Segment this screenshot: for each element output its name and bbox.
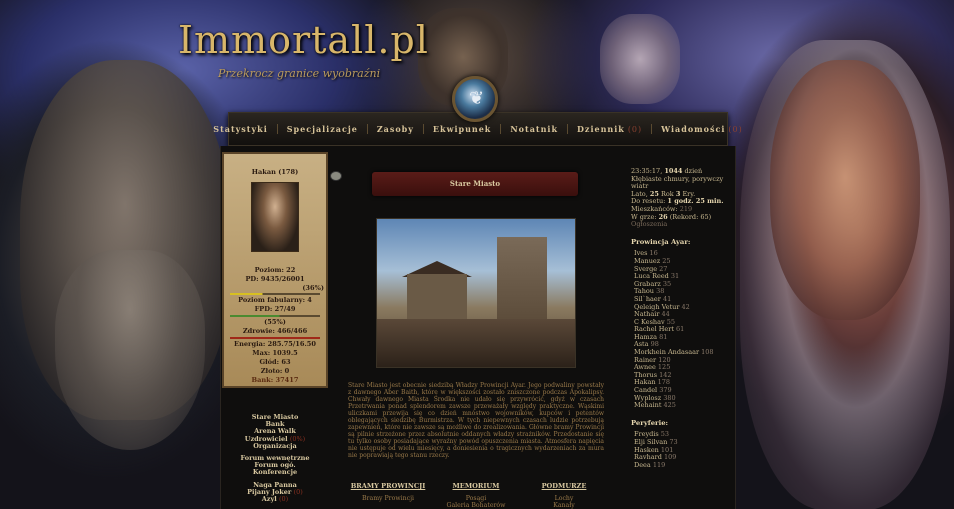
- hero-art-center-right: [600, 14, 680, 104]
- nav-label: Statystyki: [213, 124, 268, 134]
- site-logo[interactable]: Immortall.pl: [178, 18, 429, 62]
- section-title[interactable]: BRAMY PROWINCJI: [348, 482, 428, 490]
- announcements-link[interactable]: Ogłoszenia: [631, 221, 735, 229]
- nav-ekwipunek[interactable]: Ekwipunek: [424, 124, 502, 134]
- fpd: FPD: 27/49: [254, 305, 296, 313]
- link-organizacja[interactable]: Organizacja: [222, 442, 328, 450]
- player-id: 119: [650, 460, 666, 469]
- location-panel: Stare Miasto Stare Miasto jest obecnie s…: [330, 166, 614, 509]
- hunger: Głód: 63: [259, 358, 291, 366]
- link-konferencje[interactable]: Konferencje: [222, 469, 328, 476]
- location-links: Stare Miasto Bank Arena Walk Uzdrowiciel…: [222, 413, 328, 504]
- section-memorium: MEMORIUM Posągi Galeria Bohaterów: [436, 482, 516, 509]
- section-link[interactable]: Bramy Prowincji: [348, 495, 428, 502]
- section-link[interactable]: Kanały: [524, 502, 604, 509]
- periphery-player-list: Freydis 53 Elji Silvan 73 Hasken 101 Ravhar…: [631, 431, 735, 469]
- player-id: 425: [661, 401, 676, 410]
- gear-icon[interactable]: [330, 171, 342, 181]
- nav-label: Notatnik: [510, 124, 558, 134]
- section-title[interactable]: MEMORIUM: [436, 482, 516, 490]
- weather: Kłębiaste chmury, porywczy wiatr: [631, 174, 724, 191]
- player-id: 108: [699, 348, 714, 357]
- link-label: Azyl: [261, 495, 277, 504]
- energy: Energia: 285.75/16.50 Max: 1039.5: [234, 340, 316, 357]
- nav-notatnik[interactable]: Notatnik: [501, 124, 568, 134]
- nav-statystyki[interactable]: Statystyki: [204, 124, 278, 134]
- location-description: Stare Miasto jest obecnie siedzibą Władz…: [348, 382, 604, 459]
- time: 23:35:17,: [631, 167, 663, 175]
- nav-label: Specjalizacje: [286, 124, 358, 134]
- nav-count-badge: (0): [728, 125, 743, 134]
- pd-percent: (36%): [302, 284, 324, 292]
- character-name[interactable]: Hakan (178): [224, 168, 326, 176]
- fpd-percent: (55%): [264, 318, 286, 326]
- gold: Złoto: 0: [260, 367, 290, 375]
- periphery-heading: Peryferie:: [631, 418, 669, 427]
- hero-art-left-beard: [55, 250, 205, 450]
- player-entry[interactable]: Mehaint 425: [634, 401, 735, 410]
- player-id: 42: [679, 302, 690, 311]
- location-title: Stare Miasto: [449, 179, 501, 188]
- nav-zasoby[interactable]: Zasoby: [368, 124, 424, 134]
- health: Zdrowie: 466/466: [242, 327, 308, 335]
- pd-progress-bar: [230, 293, 320, 295]
- player-name: Mehaint: [634, 401, 662, 410]
- player-entry[interactable]: Deea 119: [634, 460, 735, 470]
- bank-balance: Bank: 37417: [251, 376, 299, 384]
- province-player-list: Ives 16 Manuez 25 Sverge 27 Luca Reed 31 Gra…: [631, 250, 735, 409]
- section-podmurze: PODMURZE Lochy Kanały: [524, 482, 604, 509]
- location-title-banner: Stare Miasto: [372, 172, 578, 196]
- section-link[interactable]: Lochy: [524, 495, 604, 502]
- world-info-panel: 23:35:17, 1044 dzień Kłębiaste chmury, p…: [631, 167, 735, 469]
- pd: PD: 9435/26001: [245, 275, 305, 283]
- character-avatar[interactable]: [251, 182, 299, 252]
- player-id: 61: [673, 325, 685, 334]
- eagle-emblem-icon: ❦: [452, 76, 498, 122]
- nav-label: Dziennik: [576, 124, 625, 134]
- location-image: [376, 218, 576, 368]
- level: Poziom: 22: [254, 266, 296, 274]
- day-label: dzień: [684, 167, 703, 175]
- health-bar: [230, 337, 320, 339]
- section-bramy: BRAMY PROWINCJI Bramy Prowincji: [348, 482, 428, 509]
- nav-label: Zasoby: [376, 124, 414, 134]
- nav-count-badge: (0): [627, 125, 643, 134]
- nav-label: Wiadomości: [661, 124, 726, 134]
- nav-specjalizacje[interactable]: Specjalizacje: [278, 124, 368, 134]
- character-panel: Hakan (178) Poziom: 22 PD: 9435/26001 (3…: [222, 152, 328, 388]
- player-name: Deea: [634, 460, 651, 469]
- link-azyl[interactable]: Azyl (0): [222, 495, 328, 504]
- section-link[interactable]: Posągi: [436, 495, 516, 502]
- online-record: (Rekord: 65): [669, 212, 712, 221]
- story-level: Poziom fabularny: 4: [238, 296, 312, 304]
- nav-dziennik[interactable]: Dziennik (0): [568, 124, 653, 134]
- nav-wiadomosci[interactable]: Wiadomości (0): [652, 124, 752, 134]
- day-number: 1044: [664, 167, 683, 175]
- nav-label: Ekwipunek: [432, 124, 492, 134]
- location-sections: BRAMY PROWINCJI Bramy Prowincji MEMORIUM…: [348, 482, 604, 509]
- site-tagline: Przekrocz granice wyobraźni: [218, 67, 381, 80]
- province-heading: Prowincja Ayar:: [631, 237, 691, 246]
- section-title[interactable]: PODMURZE: [524, 482, 604, 490]
- fpd-progress-bar: [230, 315, 320, 317]
- link-count: (0): [279, 495, 289, 504]
- section-link[interactable]: Galeria Bohaterów: [436, 502, 516, 509]
- hero-art-right: [770, 60, 920, 320]
- link-count: (0): [293, 487, 303, 496]
